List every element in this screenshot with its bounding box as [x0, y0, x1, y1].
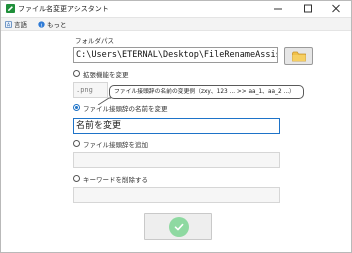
close-icon — [332, 4, 340, 13]
confirm-button[interactable] — [144, 213, 212, 240]
menu-about-label: もっと — [47, 21, 67, 29]
window-title: ファイル名変更アシスタント — [18, 5, 109, 13]
change-extension-radio[interactable] — [73, 70, 80, 77]
minimize-button[interactable] — [263, 1, 293, 16]
menu-about[interactable]: i もっと — [38, 19, 67, 29]
add-prefix-radio[interactable] — [73, 140, 80, 147]
maximize-icon — [304, 4, 312, 13]
remove-keyword-input[interactable] — [73, 187, 280, 203]
app-window: ファイル名変更アシスタント A 言語 i もっと フォルダパス C:\Users… — [0, 0, 352, 253]
add-prefix-input[interactable] — [73, 152, 280, 168]
browse-folder-button[interactable] — [284, 47, 313, 65]
rename-input[interactable]: 名前を変更 — [73, 118, 280, 134]
globe-icon: A — [5, 20, 12, 28]
change-prefix-radio[interactable] — [73, 104, 80, 111]
menu-bar: A 言語 i もっと — [1, 17, 351, 31]
change-extension-label: 拡張機能を変更 — [83, 71, 129, 79]
minimize-icon — [274, 8, 282, 10]
title-bar: ファイル名変更アシスタント — [1, 1, 351, 16]
change-prefix-label: ファイル接頭辞の名前を変更 — [83, 105, 168, 113]
edit-icon — [6, 4, 15, 13]
prefix-example-tooltip: ファイル接頭辞の名前の変更例（zxy、123 ... >> aa_1、aa_2 … — [109, 85, 304, 99]
maximize-button[interactable] — [293, 1, 323, 16]
add-prefix-label: ファイル接頭辞を追加 — [83, 141, 148, 149]
folder-path-input[interactable]: C:\Users\ETERNAL\Desktop\FileRenameAssis… — [73, 47, 278, 63]
folder-icon — [292, 51, 306, 62]
close-button[interactable] — [321, 1, 351, 16]
remove-keyword-radio[interactable] — [73, 175, 80, 182]
info-icon: i — [38, 20, 45, 28]
check-icon — [169, 217, 189, 237]
remove-keyword-label: キーワードを削除する — [83, 176, 148, 184]
extension-input[interactable]: .png — [73, 82, 108, 98]
folder-path-label: フォルダパス — [75, 37, 114, 45]
menu-language[interactable]: A 言語 — [5, 19, 27, 29]
menu-language-label: 言語 — [14, 21, 27, 29]
